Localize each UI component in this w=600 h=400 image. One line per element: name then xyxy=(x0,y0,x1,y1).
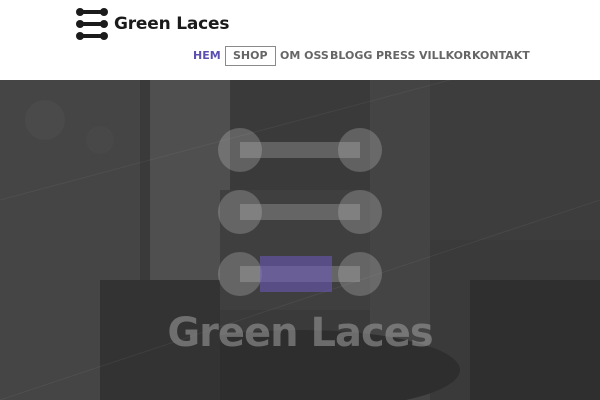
shoelace-logo-icon xyxy=(76,8,108,40)
nav-item-kontakt[interactable]: KONTAKT xyxy=(472,46,530,66)
brand-name: Green Laces xyxy=(114,14,230,34)
nav-item-hem[interactable]: HEM xyxy=(193,46,221,66)
hero-section: Green Laces xyxy=(0,80,600,400)
brand-logo[interactable]: Green Laces xyxy=(75,8,229,40)
nav-item-blogg[interactable]: BLOGG xyxy=(330,46,372,66)
nav-item-press[interactable]: PRESS xyxy=(376,46,415,66)
hero-cta-button[interactable] xyxy=(260,256,332,292)
hero-title: Green Laces xyxy=(167,310,433,356)
nav-item-villkor[interactable]: VILLKOR xyxy=(419,46,471,66)
nav-item-shop[interactable]: SHOP xyxy=(225,46,276,66)
site-header: Green Laces HEM SHOP OM OSS BLOGG PRESS … xyxy=(0,0,600,80)
nav-item-om-oss[interactable]: OM OSS xyxy=(280,46,329,66)
